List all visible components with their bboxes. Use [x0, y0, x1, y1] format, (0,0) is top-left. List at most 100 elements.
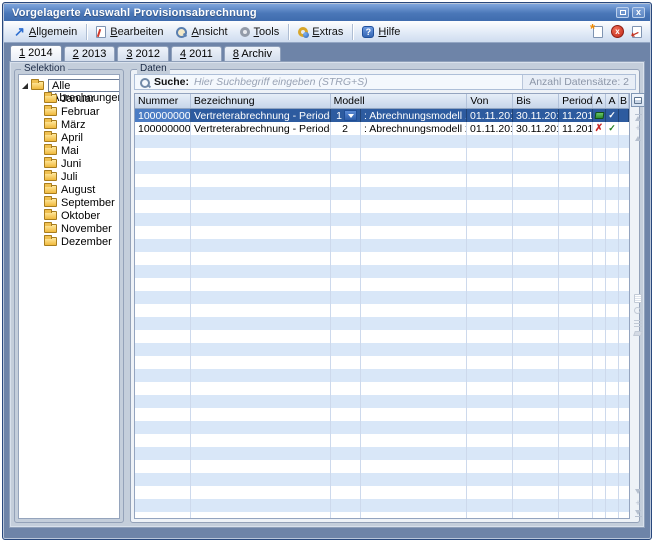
menu-allgemein[interactable]: ↗ Allgemein [8, 23, 83, 40]
folder-icon [44, 146, 57, 155]
table-row-selected[interactable]: 1000000000 Vertreterabrechnung - Periode… [135, 109, 629, 122]
column-chooser-button[interactable] [631, 93, 645, 107]
tree-item-month[interactable]: Dezember [19, 235, 119, 248]
empty-row [135, 291, 629, 304]
scroll-plus-button[interactable]: + [635, 497, 640, 508]
table-row[interactable]: 1000000001 Vertreterabrechnung - Periode… [135, 122, 629, 135]
exit-icon[interactable]: ↗ [632, 26, 642, 38]
tree-item-month[interactable]: Oktober [19, 209, 119, 222]
column-chooser-icon [634, 97, 642, 104]
menu-hilfe[interactable]: ? Hilfe [356, 24, 406, 40]
cell-periode: 11.2014 [559, 109, 593, 122]
tree-item-month[interactable]: Mai [19, 144, 119, 157]
zoom-icon[interactable] [634, 307, 643, 316]
cell-modell-name: : Abrechnungsmodell 1 [361, 109, 467, 122]
empty-row [135, 395, 629, 408]
empty-row [135, 174, 629, 187]
layout-icon[interactable] [634, 294, 642, 303]
cell-bezeichnung: Vertreterabrechnung - Periode: 11.2014 [191, 109, 331, 122]
window-title: Vorgelagerte Auswahl Provisionsabrechnun… [4, 7, 257, 19]
arrow-ne-icon: ↗ [14, 25, 25, 38]
menu-ansicht[interactable]: Ansicht [169, 24, 233, 40]
tree-item-month[interactable]: Juni [19, 157, 119, 170]
extras-gear-icon [298, 27, 308, 37]
search-input[interactable]: Suche: Hier Suchbegriff eingeben (STRG+S… [134, 74, 636, 90]
cell-periode: 11.2014 [559, 122, 593, 135]
tab-2011[interactable]: 4 2011 [171, 46, 222, 61]
menu-toolbar: ↗ Allgemein Bearbeiten Ansicht Tools Ext… [4, 21, 650, 43]
check-icon: ✓ [608, 110, 616, 121]
tab-2013[interactable]: 2 2013 [64, 46, 116, 61]
view-magnifier-icon [175, 26, 187, 38]
tree-item-root[interactable]: Alle Abrechnungen [19, 79, 119, 92]
tree-item-label: Januar [61, 93, 95, 105]
empty-row [135, 304, 629, 317]
titlebar[interactable]: Vorgelagerte Auswahl Provisionsabrechnun… [4, 4, 650, 21]
scroll-last-button[interactable] [635, 508, 642, 519]
scroll-up-button[interactable] [635, 133, 641, 144]
grid-area: Nummer Bezeichnung Modell Von Bis Period… [134, 93, 636, 519]
tree-item-label: Mai [61, 145, 79, 157]
menu-tools[interactable]: Tools [234, 24, 286, 40]
empty-row [135, 317, 629, 330]
tree-item-month[interactable]: Juli [19, 170, 119, 183]
empty-row [135, 226, 629, 239]
scroll-first-button[interactable] [635, 111, 642, 122]
col-header-modell[interactable]: Modell [331, 94, 468, 108]
cell-modell: 2 [331, 122, 361, 135]
help-icon: ? [362, 26, 374, 38]
app-window: Vorgelagerte Auswahl Provisionsabrechnun… [2, 2, 652, 540]
empty-row [135, 447, 629, 460]
tree-item-month[interactable]: Februar [19, 105, 119, 118]
menu-tools-label: Tools [254, 26, 280, 38]
cell-bis: 30.11.2014 [513, 109, 559, 122]
tree-item-month[interactable]: April [19, 131, 119, 144]
tab-2012[interactable]: 3 2012 [117, 46, 169, 61]
abort-icon[interactable]: x [611, 25, 624, 38]
scroll-add-button[interactable]: + [635, 122, 640, 133]
tab-archiv[interactable]: 8 Archiv [224, 46, 281, 61]
col-header-a2[interactable]: A [606, 94, 619, 108]
tree-item-month[interactable]: August [19, 183, 119, 196]
scroll-down-button[interactable] [635, 486, 641, 497]
col-header-bis[interactable]: Bis [513, 94, 559, 108]
tree-item-month[interactable]: September [19, 196, 119, 209]
tree-item-month[interactable]: November [19, 222, 119, 235]
col-header-nummer[interactable]: Nummer [135, 94, 191, 108]
col-header-a1[interactable]: A [593, 94, 606, 108]
empty-row [135, 200, 629, 213]
close-button[interactable]: x [632, 7, 645, 18]
menu-bearbeiten[interactable]: Bearbeiten [90, 24, 169, 40]
empty-row [135, 356, 629, 369]
menu-extras[interactable]: Extras [292, 24, 349, 40]
red-x-icon: ✗ [595, 124, 603, 134]
empty-row [135, 382, 629, 395]
cell-nummer: 1000000000 [135, 109, 191, 122]
toolbar-separator [352, 24, 353, 40]
tree-item-month[interactable]: März [19, 118, 119, 131]
modell-dropdown-button[interactable] [344, 110, 357, 121]
empty-row [135, 252, 629, 265]
search-icon [139, 77, 150, 88]
cell-modell: 1 [331, 109, 361, 122]
tree-expander-icon[interactable] [22, 83, 28, 89]
list-icon[interactable] [634, 320, 642, 327]
tree-item-label: November [61, 223, 112, 235]
col-header-b[interactable]: B [619, 94, 629, 108]
tab-2014[interactable]: 1 2014 [10, 45, 62, 61]
folder-icon [44, 107, 57, 116]
col-header-bezeichnung[interactable]: Bezeichnung [191, 94, 331, 108]
empty-row [135, 187, 629, 200]
col-header-periode[interactable]: Periode [559, 94, 593, 108]
col-header-von[interactable]: Von [467, 94, 513, 108]
grid-side-strip: + + [631, 93, 645, 519]
new-record-icon[interactable]: * [593, 26, 603, 38]
tab-page: Selektion Alle Abrechnungen JanuarFebrua… [9, 61, 645, 528]
grid-empty-rows [135, 135, 629, 519]
menu-bearbeiten-label: Bearbeiten [110, 26, 163, 38]
restore-button[interactable] [616, 7, 629, 18]
year-tabstrip: 1 2014 2 2013 3 2012 4 2011 8 Archiv [10, 46, 281, 61]
filter-clear-icon[interactable] [633, 331, 643, 336]
check-icon: ✓ [608, 123, 616, 134]
folder-icon [44, 159, 57, 168]
